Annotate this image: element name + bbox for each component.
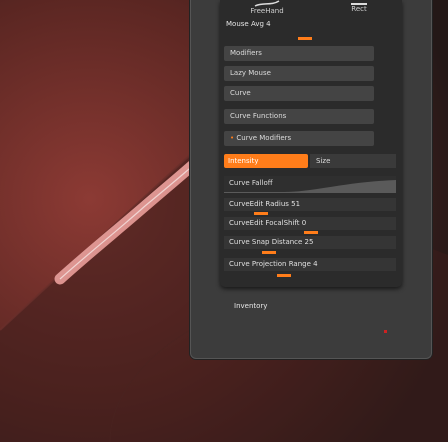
curve-button[interactable]: Curve <box>224 86 374 101</box>
mouse-avg-slider[interactable]: Mouse Avg 4 <box>226 20 271 28</box>
curve-functions-button[interactable]: Curve Functions <box>224 109 374 124</box>
lazy-mouse-label: Lazy Mouse <box>230 69 271 77</box>
curve-label: Curve <box>230 89 251 97</box>
inventory-label: Inventory <box>234 302 268 310</box>
inventory-header[interactable]: Inventory <box>234 302 267 310</box>
freehand-icon <box>254 0 280 7</box>
curve-projection-range-slider[interactable]: Curve Projection Range 4 <box>224 258 396 271</box>
curveedit-focalshift-thumb[interactable] <box>304 231 318 234</box>
curve-snap-distance-slider[interactable]: Curve Snap Distance 25 <box>224 236 396 249</box>
bullet-icon: • <box>230 134 235 142</box>
lazy-mouse-button[interactable]: Lazy Mouse <box>224 66 374 81</box>
curve-falloff-graph[interactable]: Curve Falloff <box>224 176 396 193</box>
curveedit-radius-label: CurveEdit Radius 51 <box>229 200 301 208</box>
intensity-button[interactable]: Intensity <box>224 154 308 168</box>
curve-functions-label: Curve Functions <box>230 112 287 120</box>
size-label: Size <box>316 157 331 165</box>
rect-tool[interactable]: Rect <box>339 0 379 16</box>
modifiers-button[interactable]: Modifiers <box>224 46 374 61</box>
freehand-label: FreeHand <box>250 7 284 15</box>
curveedit-radius-thumb[interactable] <box>254 212 268 215</box>
curve-modifiers-button[interactable]: • Curve Modifiers <box>224 131 374 146</box>
curve-snap-distance-label: Curve Snap Distance 25 <box>229 238 314 246</box>
curveedit-focalshift-label: CurveEdit FocalShift 0 <box>229 219 307 227</box>
modifiers-label: Modifiers <box>230 49 262 57</box>
curveedit-focalshift-slider[interactable]: CurveEdit FocalShift 0 <box>224 217 396 230</box>
rect-label: Rect <box>351 5 367 13</box>
mouse-avg-thumb[interactable] <box>298 37 312 40</box>
curve-falloff-label: Curve Falloff <box>229 179 273 187</box>
intensity-label: Intensity <box>228 157 259 165</box>
curveedit-radius-slider[interactable]: CurveEdit Radius 51 <box>224 198 396 211</box>
size-button[interactable]: Size <box>310 154 396 168</box>
freehand-tool[interactable]: FreeHand <box>247 0 287 16</box>
curve-projection-range-label: Curve Projection Range 4 <box>229 260 318 268</box>
mouse-avg-label: Mouse Avg 4 <box>226 20 271 28</box>
curve-snap-distance-thumb[interactable] <box>262 251 276 254</box>
curve-projection-range-thumb[interactable] <box>277 274 291 277</box>
curve-modifiers-label: Curve Modifiers <box>236 134 292 142</box>
marker-dot <box>384 330 387 333</box>
